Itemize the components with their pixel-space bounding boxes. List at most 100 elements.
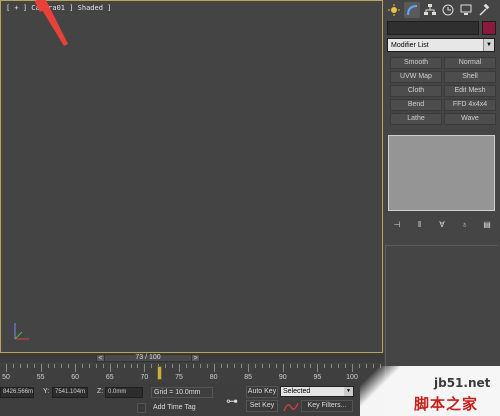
ruler-tick	[296, 364, 298, 368]
ruler-tick	[303, 364, 305, 368]
ruler-tick	[109, 364, 111, 372]
ruler-tick-label: 100	[346, 374, 358, 381]
set-key-mode-key-icon[interactable]: ⊶	[220, 390, 244, 412]
ruler-tick	[137, 364, 139, 368]
annotation-arrow-icon	[34, 0, 68, 46]
make-unique-icon[interactable]: ∀	[435, 219, 449, 231]
ruler-tick	[82, 364, 84, 368]
command-panel-tabs	[386, 2, 498, 18]
ruler-tick	[75, 364, 77, 372]
ruler-tick-label: 85	[244, 374, 253, 381]
y-label: Y:	[43, 388, 50, 395]
modifier-sets-grid: Smooth Normal UVW Map Shell Cloth Edit M…	[390, 57, 496, 125]
set-key-button[interactable]: Set Key	[246, 400, 278, 412]
modifier-button-edit-mesh[interactable]: Edit Mesh	[444, 85, 496, 97]
show-end-result-icon[interactable]: ‖	[413, 219, 427, 231]
default-tangent-curve-icon[interactable]	[283, 401, 299, 413]
watermark-logo-text: 脚本之家	[414, 395, 479, 413]
track-bar-ruler[interactable]: 50 55 60 65 70 75 80 85 90 95 100	[0, 364, 384, 383]
ruler-tick	[282, 364, 284, 372]
ruler-tick	[116, 364, 118, 368]
modifier-button-normal[interactable]: Normal	[444, 57, 496, 69]
hierarchy-tab-icon[interactable]	[422, 2, 438, 18]
modifier-button-smooth[interactable]: Smooth	[390, 57, 442, 69]
ruler-tick	[213, 364, 215, 372]
ruler-tick	[179, 364, 180, 372]
time-slider-value: 73 / 100	[135, 354, 161, 361]
modifier-button-cloth[interactable]: Cloth	[390, 85, 442, 97]
modifier-list-label: Modifier List	[391, 42, 429, 49]
ruler-tick	[95, 364, 97, 368]
ruler-tick	[324, 364, 326, 368]
next-frame-button[interactable]: >	[191, 354, 200, 362]
modifier-button-wave[interactable]: Wave	[444, 113, 496, 125]
ruler-tick	[317, 364, 319, 372]
y-coordinate-field[interactable]: 7541.104m	[52, 387, 88, 398]
ruler-tick	[33, 364, 35, 368]
time-slider[interactable]: < 73 / 100 >	[96, 354, 200, 362]
display-tab-icon[interactable]	[458, 2, 474, 18]
auto-key-button[interactable]: Auto Key	[246, 386, 278, 398]
ruler-tick	[262, 364, 264, 368]
remove-modifier-icon[interactable]: ♁	[458, 219, 472, 231]
ruler-tick-label: 60	[71, 374, 80, 381]
ruler-tick	[151, 364, 153, 368]
add-time-tag-button[interactable]: Add Time Tag	[153, 404, 196, 411]
perspective-viewport[interactable]: [ + ] Camera01 ] Shaded ]	[0, 0, 383, 353]
modifier-button-ffd[interactable]: FFD 4x4x4	[444, 99, 496, 111]
ruler-tick	[172, 364, 174, 368]
key-selection-value: Selected	[283, 388, 311, 395]
key-selection-dropdown[interactable]: Selected ▼	[280, 386, 354, 397]
utilities-tab-hammer-icon[interactable]	[476, 2, 492, 18]
chevron-down-icon[interactable]: ▼	[483, 39, 494, 51]
watermark-url: jb51.net	[434, 376, 491, 390]
modifier-button-bend[interactable]: Bend	[390, 99, 442, 111]
modifier-list-dropdown[interactable]: Modifier List ▼	[387, 38, 495, 52]
ruler-tick	[102, 364, 104, 368]
modifier-button-shell[interactable]: Shell	[444, 71, 496, 83]
ruler-tick-label: 65	[105, 374, 114, 381]
ruler-tick	[199, 364, 201, 368]
stack-toolbar: ⊣ ‖ ∀ ♁ ▤	[390, 219, 494, 231]
ruler-tick	[19, 364, 21, 368]
ruler-tick	[165, 364, 167, 368]
command-panel: Modifier List ▼ Smooth Normal UVW Map Sh…	[384, 0, 500, 416]
ruler-tick	[192, 364, 194, 368]
create-tab-sun-icon[interactable]	[386, 2, 402, 18]
ruler-tick	[12, 364, 14, 368]
ruler-tick	[352, 364, 353, 372]
key-filters-button[interactable]: Key Filters...	[301, 400, 353, 412]
ruler-tick	[331, 364, 333, 368]
modifier-button-lathe[interactable]: Lathe	[390, 113, 442, 125]
time-tag-toggle[interactable]	[137, 403, 146, 413]
ruler-tick-label: 70	[140, 374, 149, 381]
ruler-tick	[123, 364, 125, 368]
current-frame-marker[interactable]	[157, 366, 162, 380]
modifier-stack-list[interactable]	[388, 135, 495, 211]
ruler-tick	[338, 364, 340, 368]
modify-tab-arc-icon[interactable]	[404, 2, 420, 18]
ruler-tick	[241, 364, 243, 368]
ruler-tick	[40, 364, 42, 372]
ruler-tick-label: 50	[2, 374, 10, 381]
pin-stack-icon[interactable]: ⊣	[390, 219, 404, 231]
motion-tab-icon[interactable]	[440, 2, 456, 18]
ruler-tick	[130, 364, 132, 368]
ruler-tick	[268, 364, 270, 368]
ruler-tick	[206, 364, 208, 368]
z-coordinate-field[interactable]: 0.0mm	[105, 387, 143, 398]
ruler-tick-label: 55	[36, 374, 45, 381]
chevron-down-icon[interactable]: ▼	[344, 387, 353, 396]
ruler-tick	[275, 364, 277, 368]
configure-modifier-sets-icon[interactable]: ▤	[480, 219, 494, 231]
axis-gizmo-icon	[14, 323, 29, 340]
ruler-tick-label: 75	[175, 374, 183, 381]
ruler-tick	[89, 364, 91, 368]
object-color-swatch[interactable]	[482, 21, 496, 35]
ruler-tick	[185, 364, 187, 368]
ruler-tick	[234, 364, 236, 368]
object-name-input[interactable]	[387, 21, 479, 35]
modifier-button-uvw-map[interactable]: UVW Map	[390, 71, 442, 83]
x-coordinate-field[interactable]: 8426.566m	[0, 387, 34, 398]
ruler-tick-label: 80	[209, 374, 218, 381]
